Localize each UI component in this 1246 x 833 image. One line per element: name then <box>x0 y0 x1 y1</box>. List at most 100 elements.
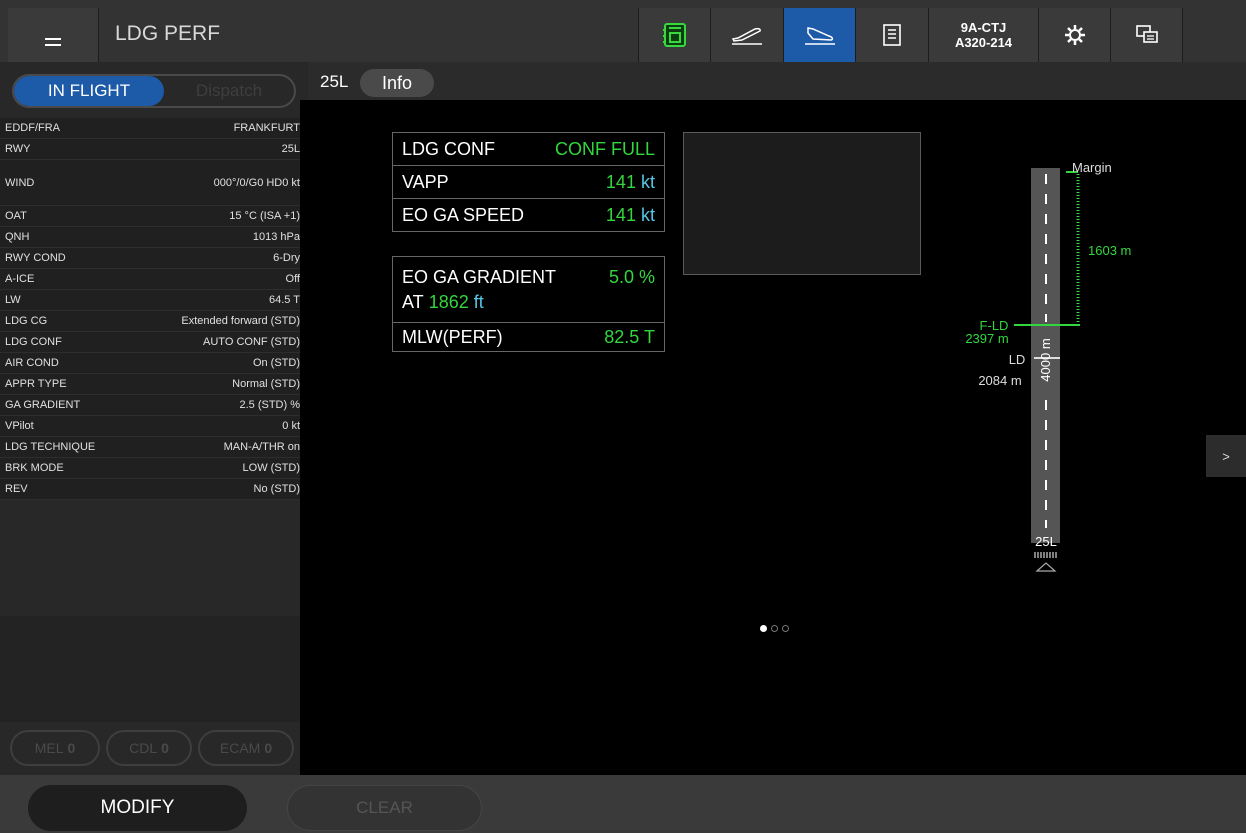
param-row[interactable]: LW 64.5 T <box>0 290 308 311</box>
page-dot-3[interactable] <box>782 625 789 632</box>
param-label: LW <box>5 294 21 306</box>
param-value: MAN-A/THR on <box>223 441 300 453</box>
clear-button[interactable]: CLEAR <box>287 785 482 831</box>
param-value: 6-Dry <box>273 252 300 264</box>
aircraft-type: A320-214 <box>954 35 1013 50</box>
param-row[interactable]: LDG TECHNIQUE MAN-A/THR on <box>0 437 308 458</box>
chat-icon <box>1135 25 1158 43</box>
document-icon <box>883 24 901 46</box>
cdl-label: CDL <box>129 740 158 756</box>
param-value: 2.5 (STD) % <box>239 399 300 411</box>
fld-value: 2397 m <box>965 331 1008 346</box>
param-row[interactable]: GA GRADIENT 2.5 (STD) % <box>0 395 308 416</box>
param-label: OAT <box>5 210 27 222</box>
param-value: 0 kt <box>282 420 300 432</box>
param-label: APPR TYPE <box>5 378 67 390</box>
param-value: Normal (STD) <box>232 378 300 390</box>
takeoff-icon <box>731 27 762 45</box>
param-value: AUTO CONF (STD) <box>203 336 300 348</box>
param-value: FRANKFURT <box>233 122 300 134</box>
approach-chevron-icon <box>1035 562 1057 572</box>
defects-row: MEL 0 CDL 0 ECAM 0 <box>10 730 294 766</box>
param-label: VPilot <box>5 420 34 432</box>
menu-button[interactable] <box>8 8 99 62</box>
ofp-icon <box>662 23 686 47</box>
gear-icon <box>1064 25 1085 45</box>
param-label: LDG CONF <box>5 336 62 348</box>
page-indicator <box>760 625 789 632</box>
app-frame: LDG PERF 9A-CTJ A320-214 IN FLIGHT Dispa… <box>0 0 1246 833</box>
param-row[interactable]: REV No (STD) <box>0 479 308 500</box>
mode-toggle: IN FLIGHT Dispatch <box>12 74 296 108</box>
cdl-button[interactable]: CDL 0 <box>106 730 192 766</box>
param-row[interactable]: LDG CG Extended forward (STD) <box>0 311 308 332</box>
ecam-label: ECAM <box>219 740 261 756</box>
param-label: BRK MODE <box>5 462 64 474</box>
param-row[interactable]: APPR TYPE Normal (STD) <box>0 374 308 395</box>
mel-button[interactable]: MEL 0 <box>10 730 100 766</box>
aircraft-reg: 9A-CTJ <box>960 20 1007 35</box>
param-row[interactable]: EDDF/FRA FRANKFURT <box>0 118 308 139</box>
ofp-button[interactable] <box>638 8 710 62</box>
param-label: RWY COND <box>5 252 66 264</box>
param-value: 1013 hPa <box>252 231 300 243</box>
cdl-count: 0 <box>161 740 169 756</box>
param-row[interactable]: WIND 000°/0/G0 HD0 kt <box>0 160 308 206</box>
ecam-count: 0 <box>264 740 273 756</box>
settings-button[interactable] <box>1038 8 1110 62</box>
threshold-marks <box>1034 552 1057 558</box>
param-label: A-ICE <box>5 273 35 285</box>
param-row[interactable]: RWY COND 6-Dry <box>0 248 308 269</box>
param-value: Extended forward (STD) <box>181 315 300 327</box>
takeoff-perf-button[interactable] <box>710 8 783 62</box>
modify-button[interactable]: MODIFY <box>28 785 247 831</box>
ld-value: 2084 m <box>978 373 1021 388</box>
runway-designator: 25L <box>1035 534 1057 549</box>
page-dot-1[interactable] <box>760 625 767 632</box>
param-row[interactable]: RWY 25L <box>0 139 308 160</box>
param-row[interactable]: LDG CONF AUTO CONF (STD) <box>0 332 308 353</box>
ld-label: LD <box>1009 352 1026 367</box>
param-label: QNH <box>5 231 30 243</box>
param-value: On (STD) <box>252 357 300 369</box>
param-row[interactable]: OAT 15 °C (ISA +1) <box>0 206 308 227</box>
hamburger-icon <box>45 36 61 48</box>
param-label: LDG TECHNIQUE <box>5 441 96 453</box>
param-value: 15 °C (ISA +1) <box>229 210 300 222</box>
runway-tab[interactable]: 25L <box>320 72 348 92</box>
param-value: LOW (STD) <box>242 462 300 474</box>
param-value: 25L <box>281 143 300 155</box>
param-value: Off <box>285 273 300 285</box>
runway-length: 4000 m <box>1038 338 1053 381</box>
page-dot-2[interactable] <box>771 625 778 632</box>
bottom-bar: MODIFY CLEAR <box>0 775 1246 833</box>
param-label: LDG CG <box>5 315 48 327</box>
dispatch-tab[interactable]: Dispatch <box>164 76 294 106</box>
in-flight-tab[interactable]: IN FLIGHT <box>14 76 164 106</box>
landing-perf-button[interactable] <box>783 8 855 62</box>
ecam-button[interactable]: ECAM 0 <box>198 730 294 766</box>
margin-label: Margin <box>1072 160 1112 175</box>
param-row[interactable]: AIR COND On (STD) <box>0 353 308 374</box>
param-label: RWY <box>5 143 31 155</box>
mel-count: 0 <box>67 740 76 756</box>
param-value: 000°/0/G0 HD0 kt <box>213 176 300 189</box>
param-value: 64.5 T <box>269 294 300 306</box>
param-value: No (STD) <box>253 483 300 495</box>
param-row[interactable]: VPilot 0 kt <box>0 416 308 437</box>
messages-button[interactable] <box>1110 8 1183 62</box>
param-row[interactable]: QNH 1013 hPa <box>0 227 308 248</box>
input-panel: IN FLIGHT Dispatch EDDF/FRA FRANKFURT RWY 2… <box>0 62 308 775</box>
aircraft-selector[interactable]: 9A-CTJ A320-214 <box>928 8 1038 62</box>
top-bar: LDG PERF 9A-CTJ A320-214 <box>0 0 1246 62</box>
info-tab[interactable]: Info <box>360 69 434 97</box>
page-title: LDG PERF <box>115 22 221 45</box>
param-label: AIR COND <box>5 357 59 369</box>
param-row[interactable]: BRK MODE LOW (STD) <box>0 458 308 479</box>
param-row[interactable]: A-ICE Off <box>0 269 308 290</box>
document-button[interactable] <box>855 8 928 62</box>
result-view: LDG CONF CONF FULL VAPP 141 kt EO GA SPE… <box>300 100 1246 775</box>
parameter-list-empty-area <box>0 616 308 722</box>
next-page-button[interactable]: > <box>1206 435 1246 477</box>
mel-label: MEL <box>34 740 64 756</box>
